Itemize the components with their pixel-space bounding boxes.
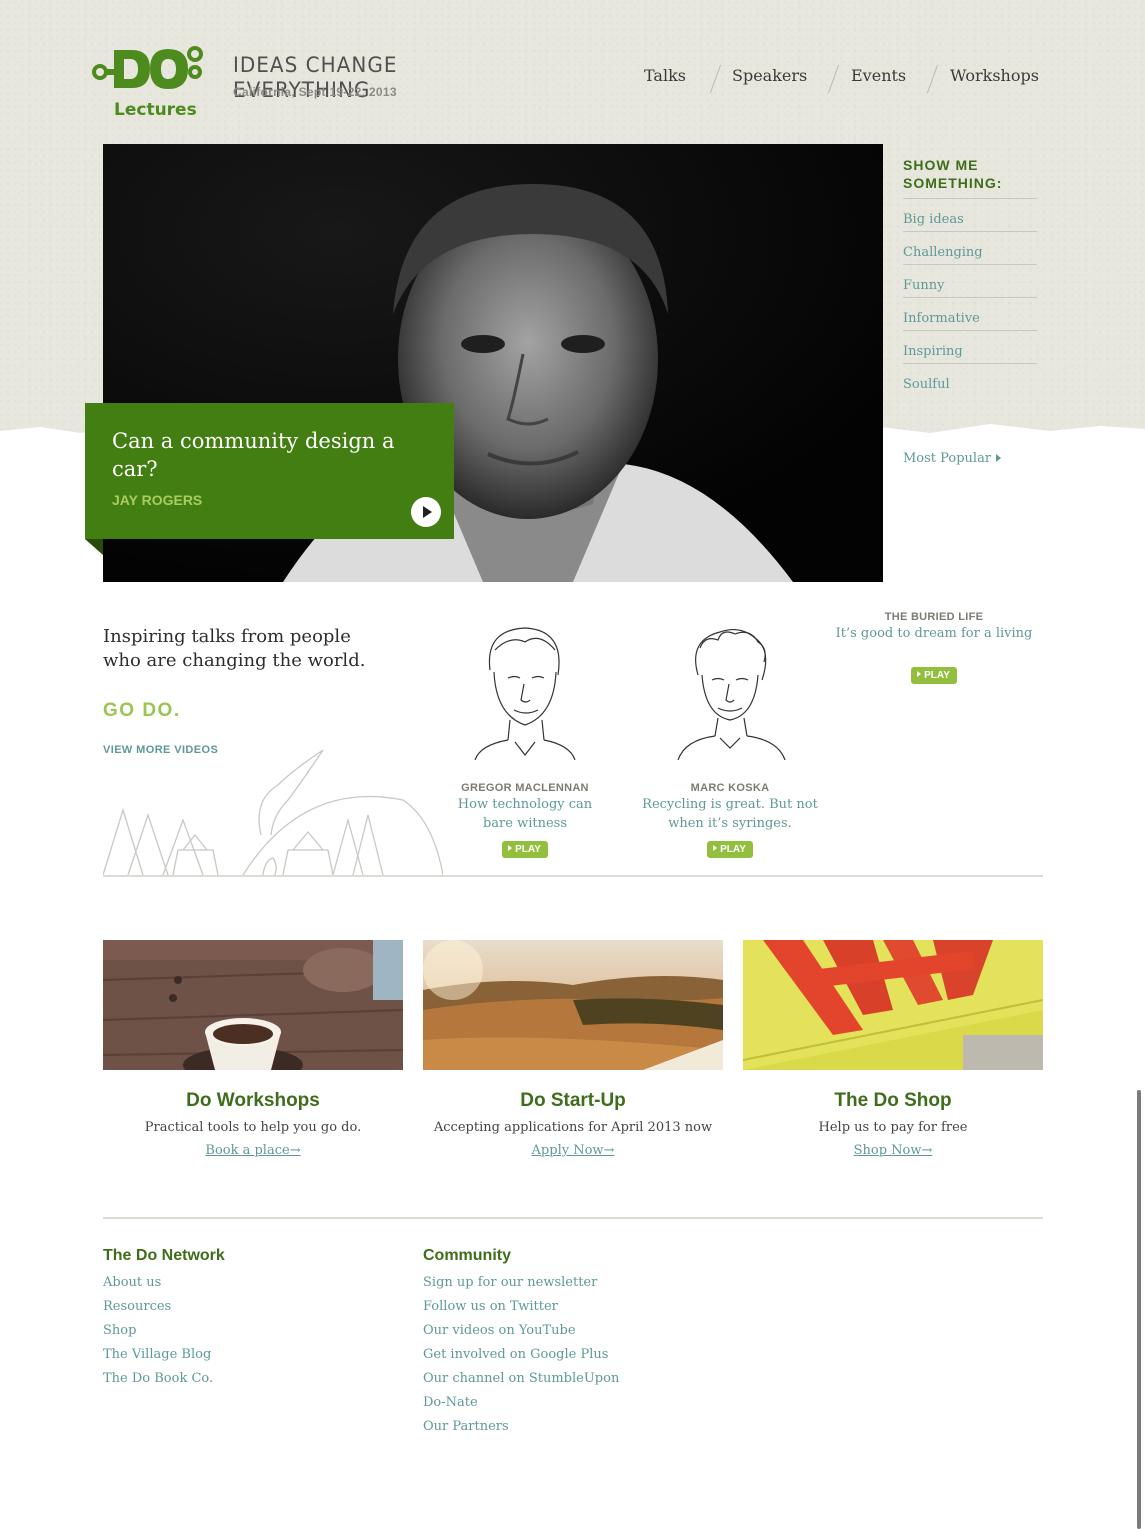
filter-item: Soulful <box>903 364 1037 397</box>
talk-title[interactable]: Recycling is great. But not when it’s sy… <box>640 795 820 833</box>
talk-card[interactable]: MARC KOSKA Recycling is great. But not w… <box>640 620 820 858</box>
footer-link-village-blog[interactable]: The Village Blog <box>103 1347 211 1362</box>
promo-card: Do Workshops Practical tools to help you… <box>103 940 403 1158</box>
play-label: PLAY <box>515 844 541 855</box>
promo-title[interactable]: Do Start-Up <box>423 1090 723 1112</box>
footer-link-google-plus[interactable]: Get involved on Google Plus <box>423 1347 608 1362</box>
footer-link-donate[interactable]: Do-Nate <box>423 1395 478 1410</box>
talk-title[interactable]: It’s good to dream for a living <box>834 624 1034 643</box>
village-illustration <box>103 749 443 877</box>
show-me-heading: SHOW ME SOMETHING: <box>903 156 1037 199</box>
footer-link-shop[interactable]: Shop <box>103 1323 136 1338</box>
workshop-coffee-photo[interactable] <box>103 940 403 1070</box>
play-button[interactable]: PLAY <box>502 841 548 858</box>
footer-link-about[interactable]: About us <box>103 1275 161 1290</box>
play-button[interactable]: PLAY <box>911 667 957 684</box>
nav-events[interactable]: Events <box>851 66 906 85</box>
featured-talk-speaker: JAY ROGERS <box>112 492 203 508</box>
nav-separator <box>926 64 939 94</box>
play-icon <box>713 845 718 851</box>
talk-speaker: THE BURIED LIFE <box>884 611 984 623</box>
play-icon <box>917 671 922 677</box>
card-fold-corner <box>85 539 103 555</box>
filter-item: Informative <box>903 298 1037 331</box>
startup-landscape-photo[interactable] <box>423 940 723 1070</box>
filter-funny[interactable]: Funny <box>903 278 944 293</box>
talk-title[interactable]: How technology can bare witness <box>445 795 605 833</box>
footer-heading: Community <box>423 1247 511 1264</box>
footer-link-book-co[interactable]: The Do Book Co. <box>103 1371 213 1386</box>
nav-separator <box>709 64 722 94</box>
talk-card[interactable]: THE BURIED LIFE It’s good to dream for a… <box>834 611 1034 684</box>
page-scrollbar[interactable] <box>1137 1090 1141 1529</box>
play-button[interactable]: PLAY <box>707 841 753 858</box>
footer-divider <box>103 1217 1043 1219</box>
section-divider <box>103 875 1043 877</box>
filter-soulful[interactable]: Soulful <box>903 377 950 392</box>
shop-book-photo[interactable] <box>743 940 1043 1070</box>
footer-link-youtube[interactable]: Our videos on YouTube <box>423 1323 576 1338</box>
promo-description: Practical tools to help you go do. <box>144 1120 362 1135</box>
nav-workshops[interactable]: Workshops <box>950 66 1039 85</box>
most-popular-link[interactable]: Most Popular <box>903 451 1002 466</box>
go-do-slogan: GO DO. <box>103 700 181 721</box>
promo-title[interactable]: The Do Shop <box>743 1090 1043 1112</box>
logo-subtitle: Lectures <box>114 100 197 120</box>
filter-big-ideas[interactable]: Big ideas <box>903 212 964 227</box>
promo-description: Accepting applications for April 2013 no… <box>433 1120 713 1135</box>
promo-card: The Do Shop Help us to pay for free Shop… <box>743 940 1043 1158</box>
talk-speaker: MARC KOSKA <box>690 782 770 794</box>
nav-separator <box>827 64 840 94</box>
promo-card: Do Start-Up Accepting applications for A… <box>423 940 723 1158</box>
filter-item: Funny <box>903 265 1037 298</box>
promo-link[interactable]: Apply Now→ <box>532 1143 615 1158</box>
featured-talk-title[interactable]: Can a community design a car? <box>112 427 412 483</box>
event-dates: California, Sept 19-22, 2013 <box>233 85 397 99</box>
footer-link-stumbleupon[interactable]: Our channel on StumbleUpon <box>423 1371 619 1386</box>
do-lectures-logo[interactable]: Lectures <box>92 40 204 120</box>
promo-description: Help us to pay for free <box>818 1120 968 1135</box>
featured-talk-card[interactable]: Can a community design a car? JAY ROGERS <box>85 403 454 539</box>
footer-network-column: The Do Network About us Resources Shop T… <box>103 1247 225 1391</box>
main-nav: Talks Speakers Events Workshops <box>620 64 1045 96</box>
play-label: PLAY <box>924 670 950 681</box>
footer-heading: The Do Network <box>103 1247 225 1264</box>
footer-link-newsletter[interactable]: Sign up for our newsletter <box>423 1275 597 1290</box>
talk-card[interactable]: GREGOR MACLENNAN How technology can bare… <box>445 620 605 858</box>
filter-item: Inspiring <box>903 331 1037 364</box>
footer-link-twitter[interactable]: Follow us on Twitter <box>423 1299 558 1314</box>
footer-link-partners[interactable]: Our Partners <box>423 1419 509 1434</box>
filter-informative[interactable]: Informative <box>903 311 980 326</box>
play-circle-icon[interactable] <box>411 497 441 527</box>
nav-talks[interactable]: Talks <box>644 66 686 85</box>
filter-item: Big ideas <box>903 199 1037 232</box>
promo-title[interactable]: Do Workshops <box>103 1090 403 1112</box>
view-more-videos-link[interactable]: VIEW MORE VIDEOS <box>103 744 218 756</box>
promo-link[interactable]: Shop Now→ <box>854 1143 933 1158</box>
play-icon <box>508 845 513 851</box>
intro-text: Inspiring talks from people who are chan… <box>103 626 366 671</box>
play-label: PLAY <box>720 844 746 855</box>
footer-community-column: Community Sign up for our newsletter Fol… <box>423 1247 619 1439</box>
nav-speakers[interactable]: Speakers <box>732 66 807 85</box>
filter-inspiring[interactable]: Inspiring <box>903 344 963 359</box>
filter-challenging[interactable]: Challenging <box>903 245 983 260</box>
filter-item: Challenging <box>903 232 1037 265</box>
show-me-filter: SHOW ME SOMETHING: Big ideas Challenging… <box>903 156 1037 397</box>
talk-speaker: GREGOR MACLENNAN <box>461 782 589 794</box>
most-popular-label: Most Popular <box>903 451 992 466</box>
promo-link[interactable]: Book a place→ <box>205 1143 300 1158</box>
arrow-right-icon <box>996 454 1002 462</box>
footer-link-resources[interactable]: Resources <box>103 1299 171 1314</box>
speaker-sketch-portrait <box>474 627 576 760</box>
speaker-sketch-portrait <box>677 628 786 760</box>
